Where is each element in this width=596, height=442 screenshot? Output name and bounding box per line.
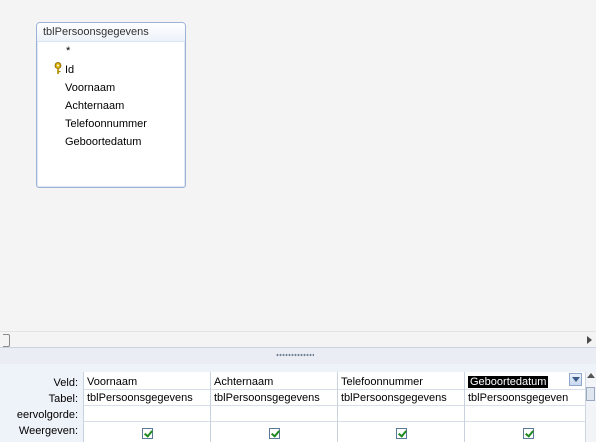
scroll-left-icon[interactable]	[0, 332, 14, 348]
field-cell-value: Telefoonnummer	[341, 376, 423, 388]
table-cell-value: tblPersoonsgegevens	[214, 392, 320, 404]
horizontal-scrollbar[interactable]	[0, 331, 596, 348]
table-cell[interactable]: tblPersoonsgegevens	[338, 390, 464, 406]
show-checkbox[interactable]	[523, 428, 534, 439]
field-cell-value: Geboortedatum	[468, 376, 549, 388]
field-cell[interactable]: Telefoonnummer	[338, 374, 464, 390]
scroll-up-arrow-icon[interactable]	[587, 373, 595, 378]
show-checkbox[interactable]	[396, 428, 407, 439]
field-item-telefoonnummer[interactable]: Telefoonnummer	[65, 116, 147, 133]
row-label-sortering: eervolgorde:	[16, 409, 78, 421]
grid-column-4[interactable]: Geboortedatum tblPersoonsgegeven	[464, 372, 587, 442]
sort-cell[interactable]	[211, 406, 337, 422]
row-label-weergeven: Weergeven:	[18, 425, 78, 437]
query-design-area[interactable]: tblPersoonsgegevens * Id Voornaam Achter…	[0, 0, 596, 331]
query-design-grid: Veld: Tabel: eervolgorde: Weergeven: Voo…	[0, 364, 596, 442]
sort-cell[interactable]	[338, 406, 464, 422]
table-cell[interactable]: tblPersoonsgegevens	[84, 390, 210, 406]
field-item-geboortedatum[interactable]: Geboortedatum	[65, 134, 141, 151]
field-cell-value: Voornaam	[87, 376, 138, 388]
scroll-thumb[interactable]	[586, 387, 595, 401]
pane-splitter[interactable]	[0, 347, 596, 365]
field-cell-value: Achternaam	[214, 376, 274, 388]
scroll-right-arrow-icon[interactable]	[587, 336, 592, 344]
sort-cell[interactable]	[465, 406, 587, 422]
field-item-voornaam[interactable]: Voornaam	[65, 80, 115, 97]
splitter-grip-icon[interactable]	[276, 353, 314, 357]
grid-column-1[interactable]: Voornaam tblPersoonsgegevens	[83, 372, 210, 442]
table-field-list-window[interactable]: tblPersoonsgegevens * Id Voornaam Achter…	[36, 22, 186, 188]
field-list: * Id Voornaam Achternaam Telefoonnummer …	[37, 42, 185, 187]
sort-cell[interactable]	[84, 406, 210, 422]
table-title[interactable]: tblPersoonsgegevens	[37, 23, 185, 42]
field-item-achternaam[interactable]: Achternaam	[65, 98, 124, 115]
field-item-id[interactable]: Id	[65, 62, 74, 79]
grid-column-3[interactable]: Telefoonnummer tblPersoonsgegevens	[337, 372, 464, 442]
field-cell[interactable]: Achternaam	[211, 374, 337, 390]
table-cell-value: tblPersoonsgegevens	[341, 392, 447, 404]
table-cell[interactable]: tblPersoonsgegevens	[211, 390, 337, 406]
table-cell[interactable]: tblPersoonsgegeven	[465, 390, 587, 406]
row-label-tabel: Tabel:	[48, 393, 78, 405]
table-cell-value: tblPersoonsgegeven	[468, 392, 569, 404]
field-item-all[interactable]: *	[66, 43, 70, 60]
vertical-scrollbar[interactable]	[585, 372, 596, 442]
primary-key-icon	[54, 62, 62, 74]
show-checkbox[interactable]	[142, 428, 153, 439]
table-cell-value: tblPersoonsgegevens	[87, 392, 193, 404]
field-cell[interactable]: Voornaam	[84, 374, 210, 390]
row-label-veld: Veld:	[53, 377, 78, 389]
grid-column-2[interactable]: Achternaam tblPersoonsgegevens	[210, 372, 337, 442]
field-dropdown-chevron-down-icon[interactable]	[569, 373, 582, 386]
show-checkbox[interactable]	[269, 428, 280, 439]
